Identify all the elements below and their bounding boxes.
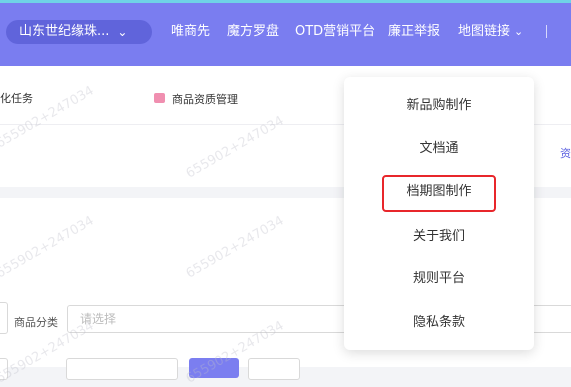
nav-link-otd-marketing[interactable]: OTD营销平台 [295, 24, 375, 40]
nav-link-integrity-report[interactable]: 廉正举报 [388, 24, 440, 40]
nav-link-map-links[interactable]: 地图链接 ⌄ [458, 24, 523, 40]
top-navigation-bar: 山东世纪缘珠... ⌄ 唯商先 魔方罗盘 OTD营销平台 廉正举报 地图链接 ⌄ [0, 0, 571, 66]
filter-input-bottom[interactable] [66, 358, 178, 380]
chevron-down-icon: ⌄ [117, 25, 128, 39]
store-select[interactable]: 山东世纪缘珠... ⌄ [6, 20, 152, 44]
reset-button[interactable] [248, 358, 300, 380]
qualification-management-link[interactable]: 商品资质管理 [172, 91, 238, 107]
resource-link[interactable]: 资 [560, 145, 571, 161]
menu-item-privacy-policy[interactable]: 隐私条款 [344, 315, 534, 331]
store-select-label: 山东世纪缘珠... [19, 24, 110, 39]
nav-divider [546, 25, 547, 38]
highlight-annotation-box [382, 175, 496, 212]
nav-link-mofang-luopan[interactable]: 魔方罗盘 [227, 24, 279, 40]
chevron-down-icon: ⌄ [514, 25, 524, 38]
task-link[interactable]: 化任务 [0, 90, 33, 106]
nav-link-weishangxian[interactable]: 唯商先 [171, 24, 210, 40]
menu-item-rules-platform[interactable]: 规则平台 [344, 271, 534, 287]
menu-item-new-product-purchase[interactable]: 新品购制作 [344, 98, 534, 114]
menu-item-document-center[interactable]: 文档通 [344, 141, 534, 157]
map-links-dropdown: 新品购制作 文档通 档期图制作 关于我们 规则平台 隐私条款 [344, 77, 534, 350]
filter-input-left[interactable] [0, 302, 8, 334]
category-label: 商品分类 [14, 316, 58, 329]
document-icon [154, 93, 165, 103]
filter-input-bottom-left[interactable] [0, 358, 8, 380]
search-button[interactable] [189, 358, 239, 378]
menu-item-about-us[interactable]: 关于我们 [344, 229, 534, 245]
nav-link-map-links-label: 地图链接 [458, 24, 511, 39]
top-accent-stripe [0, 0, 571, 3]
